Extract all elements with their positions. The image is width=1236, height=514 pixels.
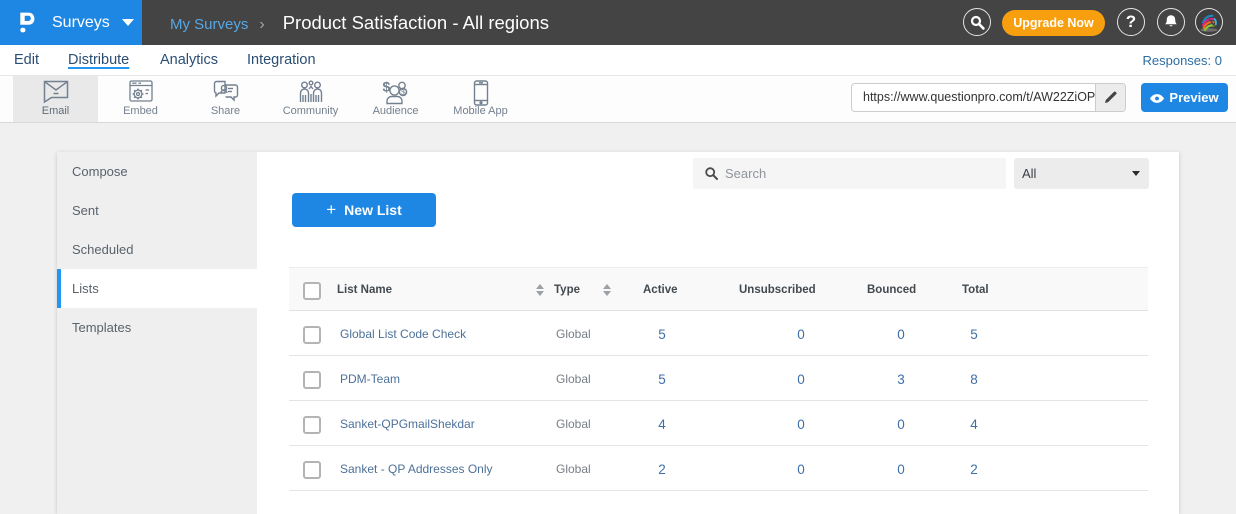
svg-text:$: $ (382, 80, 390, 95)
svg-text:$: $ (401, 88, 406, 97)
